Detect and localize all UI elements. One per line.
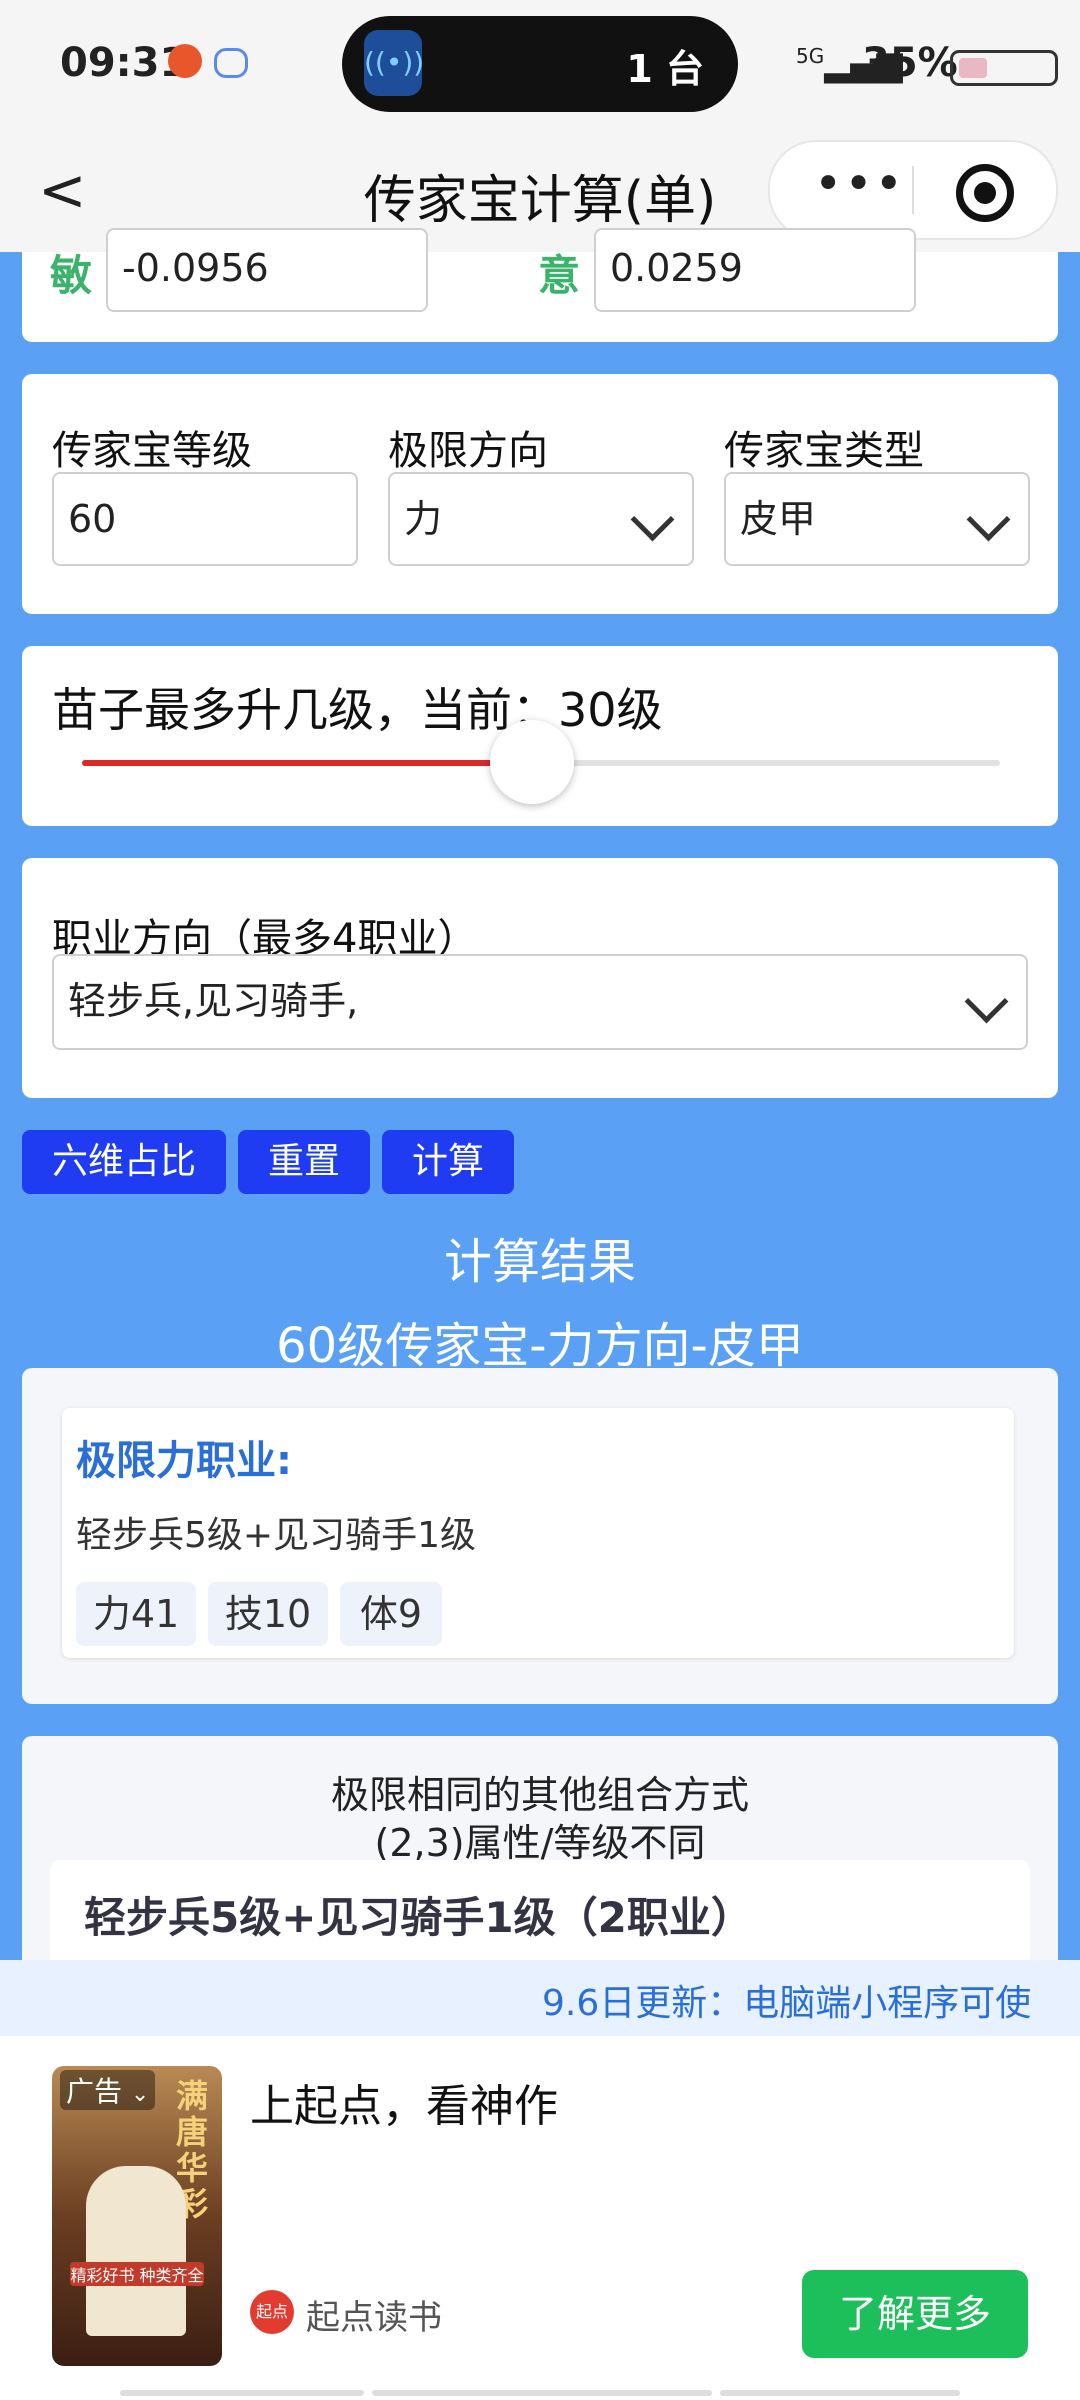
stat-tag-power: 力41	[76, 1582, 196, 1646]
direction-label: 极限方向	[388, 428, 548, 474]
min-ratio-input[interactable]: -0.0956	[106, 228, 428, 312]
stat-tag-skill: 技10	[208, 1582, 328, 1646]
capsule-divider	[912, 166, 914, 214]
slider-fill	[82, 760, 532, 766]
ad-poster[interactable]: 广告 ⌄ 满唐华彩 精彩好书 种类齐全	[52, 2066, 222, 2366]
learn-more-button[interactable]: 了解更多	[802, 2270, 1028, 2358]
stat-tag-body: 体9	[340, 1582, 442, 1646]
island-count: 1 台	[626, 47, 704, 91]
result-title: 计算结果	[443, 1234, 636, 1290]
poster-figure	[86, 2166, 186, 2336]
chevron-down-icon	[630, 497, 675, 542]
other-combo-text: 轻步兵5级+见习骑手1级（2职业）	[84, 1893, 753, 1942]
reset-button[interactable]: 重置	[238, 1130, 370, 1194]
update-marquee: 9.6日更新：电脑端小程序可使	[0, 1960, 1080, 2036]
extreme-combo: 轻步兵5级+见习骑手1级	[76, 1515, 476, 1556]
ad-progress	[120, 2390, 960, 2396]
notification-icon	[168, 44, 202, 78]
profession-card: 职业方向（最多4职业） 轻步兵,见习骑手,	[22, 858, 1058, 1098]
yi-ratio-input[interactable]: 0.0259	[594, 228, 916, 312]
dynamic-island[interactable]: ((•)) 1 台	[342, 16, 738, 112]
profession-value: 轻步兵,见习骑手,	[68, 979, 359, 1023]
extreme-result-card: 极限力职业: 轻步兵5级+见习骑手1级 力41 技10 体9	[22, 1368, 1058, 1704]
close-target-icon[interactable]	[956, 164, 1014, 222]
ad-badge-text: 广告	[66, 2075, 123, 2108]
other-combos-subtitle: (2,3)属性/等级不同	[374, 1821, 706, 1865]
extreme-inner: 极限力职业: 轻步兵5级+见习骑手1级 力41 技10 体9	[62, 1408, 1014, 1658]
ratio-button[interactable]: 六维占比	[22, 1130, 226, 1194]
result-subtitle: 60级传家宝-力方向-皮甲	[276, 1318, 804, 1374]
other-combos-title: 极限相同的其他组合方式	[330, 1773, 749, 1817]
more-icon[interactable]: •••	[814, 156, 905, 212]
slider-label: 苗子最多升几级，当前：30级	[52, 683, 663, 737]
brand-logo: 起点	[250, 2290, 294, 2334]
level-label: 传家宝等级	[52, 428, 252, 474]
direction-value: 力	[404, 497, 443, 541]
type-value: 皮甲	[740, 497, 817, 541]
ad-badge[interactable]: 广告 ⌄	[60, 2070, 156, 2110]
type-label: 传家宝类型	[724, 428, 924, 474]
marquee-text: 9.6日更新：电脑端小程序可使	[542, 1983, 1032, 2024]
mini-program-capsule: •••	[768, 140, 1058, 240]
battery-icon	[950, 50, 1058, 86]
cloud-icon	[214, 48, 248, 78]
poster-subtitle: 精彩好书 种类齐全	[70, 2262, 204, 2286]
slider-card: 苗子最多升几级，当前：30级	[22, 646, 1058, 826]
type-select[interactable]: 皮甲	[724, 472, 1030, 566]
level-input[interactable]: 60	[52, 472, 358, 566]
chevron-down-icon	[966, 497, 1011, 542]
ad-banner[interactable]: 广告 ⌄ 满唐华彩 精彩好书 种类齐全 上起点，看神作 起点 起点读书 了解更多	[0, 2036, 1080, 2400]
slider-thumb[interactable]	[489, 720, 574, 804]
direction-select[interactable]: 力	[388, 472, 694, 566]
yi-label: 意	[538, 251, 581, 300]
brand-logo-text: 起点	[255, 2302, 288, 2321]
extreme-title: 极限力职业:	[76, 1438, 292, 1484]
min-label: 敏	[50, 251, 93, 300]
slider-track[interactable]	[82, 720, 1000, 804]
profession-select[interactable]: 轻步兵,见习骑手,	[52, 954, 1028, 1050]
ratio-card: 敏 -0.0956 意 0.0259	[22, 228, 1058, 342]
settings-card: 传家宝等级 60 极限方向 力 传家宝类型 皮甲	[22, 374, 1058, 614]
status-bar: 09:31 ((•)) 1 台 5G▂▄▆ 35%	[0, 0, 1080, 140]
ad-brand: 起点读书	[306, 2298, 442, 2338]
chevron-down-icon	[964, 979, 1009, 1024]
ad-headline: 上起点，看神作	[250, 2081, 558, 2132]
broadcast-icon: ((•))	[364, 30, 424, 96]
chevron-down-icon: ⌄	[130, 2082, 150, 2107]
battery-percent: 35%	[862, 40, 958, 86]
calculate-button[interactable]: 计算	[382, 1130, 514, 1194]
